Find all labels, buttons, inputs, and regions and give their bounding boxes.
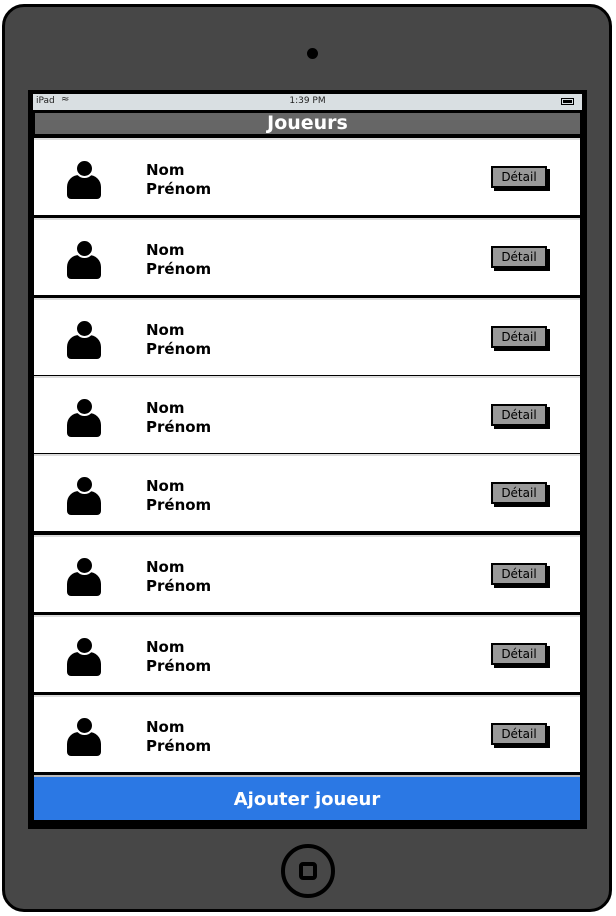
user-avatar-icon: [66, 239, 102, 279]
player-names: Nom Prénom: [146, 638, 211, 676]
player-names: Nom Prénom: [146, 399, 211, 437]
player-nom: Nom: [146, 399, 185, 417]
player-row: Nom Prénom Détail: [34, 298, 580, 375]
home-button[interactable]: [281, 844, 335, 898]
player-prenom: Prénom: [146, 577, 212, 595]
player-names: Nom Prénom: [146, 241, 211, 279]
player-prenom: Prénom: [146, 737, 212, 755]
detail-button[interactable]: Détail: [491, 166, 547, 188]
user-avatar-icon: [66, 716, 102, 756]
player-row: Nom Prénom Détail: [34, 615, 580, 692]
detail-button[interactable]: Détail: [491, 563, 547, 585]
add-player-button[interactable]: Ajouter joueur: [34, 775, 580, 820]
user-avatar-icon: [66, 319, 102, 359]
user-avatar-icon: [66, 475, 102, 515]
status-bar: iPad ≈ 1:39 PM: [33, 94, 582, 110]
player-names: Nom Prénom: [146, 558, 211, 596]
player-row: Nom Prénom Détail: [34, 138, 580, 215]
player-names: Nom Prénom: [146, 161, 211, 199]
detail-button[interactable]: Détail: [491, 404, 547, 426]
detail-button[interactable]: Détail: [491, 482, 547, 504]
player-names: Nom Prénom: [146, 477, 211, 515]
player-nom: Nom: [146, 241, 185, 259]
player-row: Nom Prénom Détail: [34, 376, 580, 453]
player-prenom: Prénom: [146, 496, 212, 514]
player-prenom: Prénom: [146, 180, 212, 198]
battery-icon: [561, 98, 574, 105]
player-prenom: Prénom: [146, 657, 212, 675]
player-row: Nom Prénom Détail: [34, 218, 580, 295]
user-avatar-icon: [66, 397, 102, 437]
player-names: Nom Prénom: [146, 718, 211, 756]
user-avatar-icon: [66, 636, 102, 676]
player-nom: Nom: [146, 321, 185, 339]
player-row: Nom Prénom Détail: [34, 454, 580, 531]
player-nom: Nom: [146, 718, 185, 736]
player-nom: Nom: [146, 558, 185, 576]
status-time: 1:39 PM: [289, 96, 326, 106]
player-nom: Nom: [146, 477, 185, 495]
player-prenom: Prénom: [146, 418, 212, 436]
player-prenom: Prénom: [146, 340, 212, 358]
player-nom: Nom: [146, 161, 185, 179]
detail-button[interactable]: Détail: [491, 246, 547, 268]
player-prenom: Prénom: [146, 260, 212, 278]
user-avatar-icon: [66, 556, 102, 596]
detail-button[interactable]: Détail: [491, 643, 547, 665]
camera-icon: [307, 48, 318, 59]
detail-button[interactable]: Détail: [491, 723, 547, 745]
detail-button[interactable]: Détail: [491, 326, 547, 348]
player-names: Nom Prénom: [146, 321, 211, 359]
player-row: Nom Prénom Détail: [34, 535, 580, 612]
user-avatar-icon: [66, 159, 102, 199]
player-row: Nom Prénom Détail: [34, 695, 580, 772]
player-nom: Nom: [146, 638, 185, 656]
page-title: Joueurs: [35, 113, 580, 134]
